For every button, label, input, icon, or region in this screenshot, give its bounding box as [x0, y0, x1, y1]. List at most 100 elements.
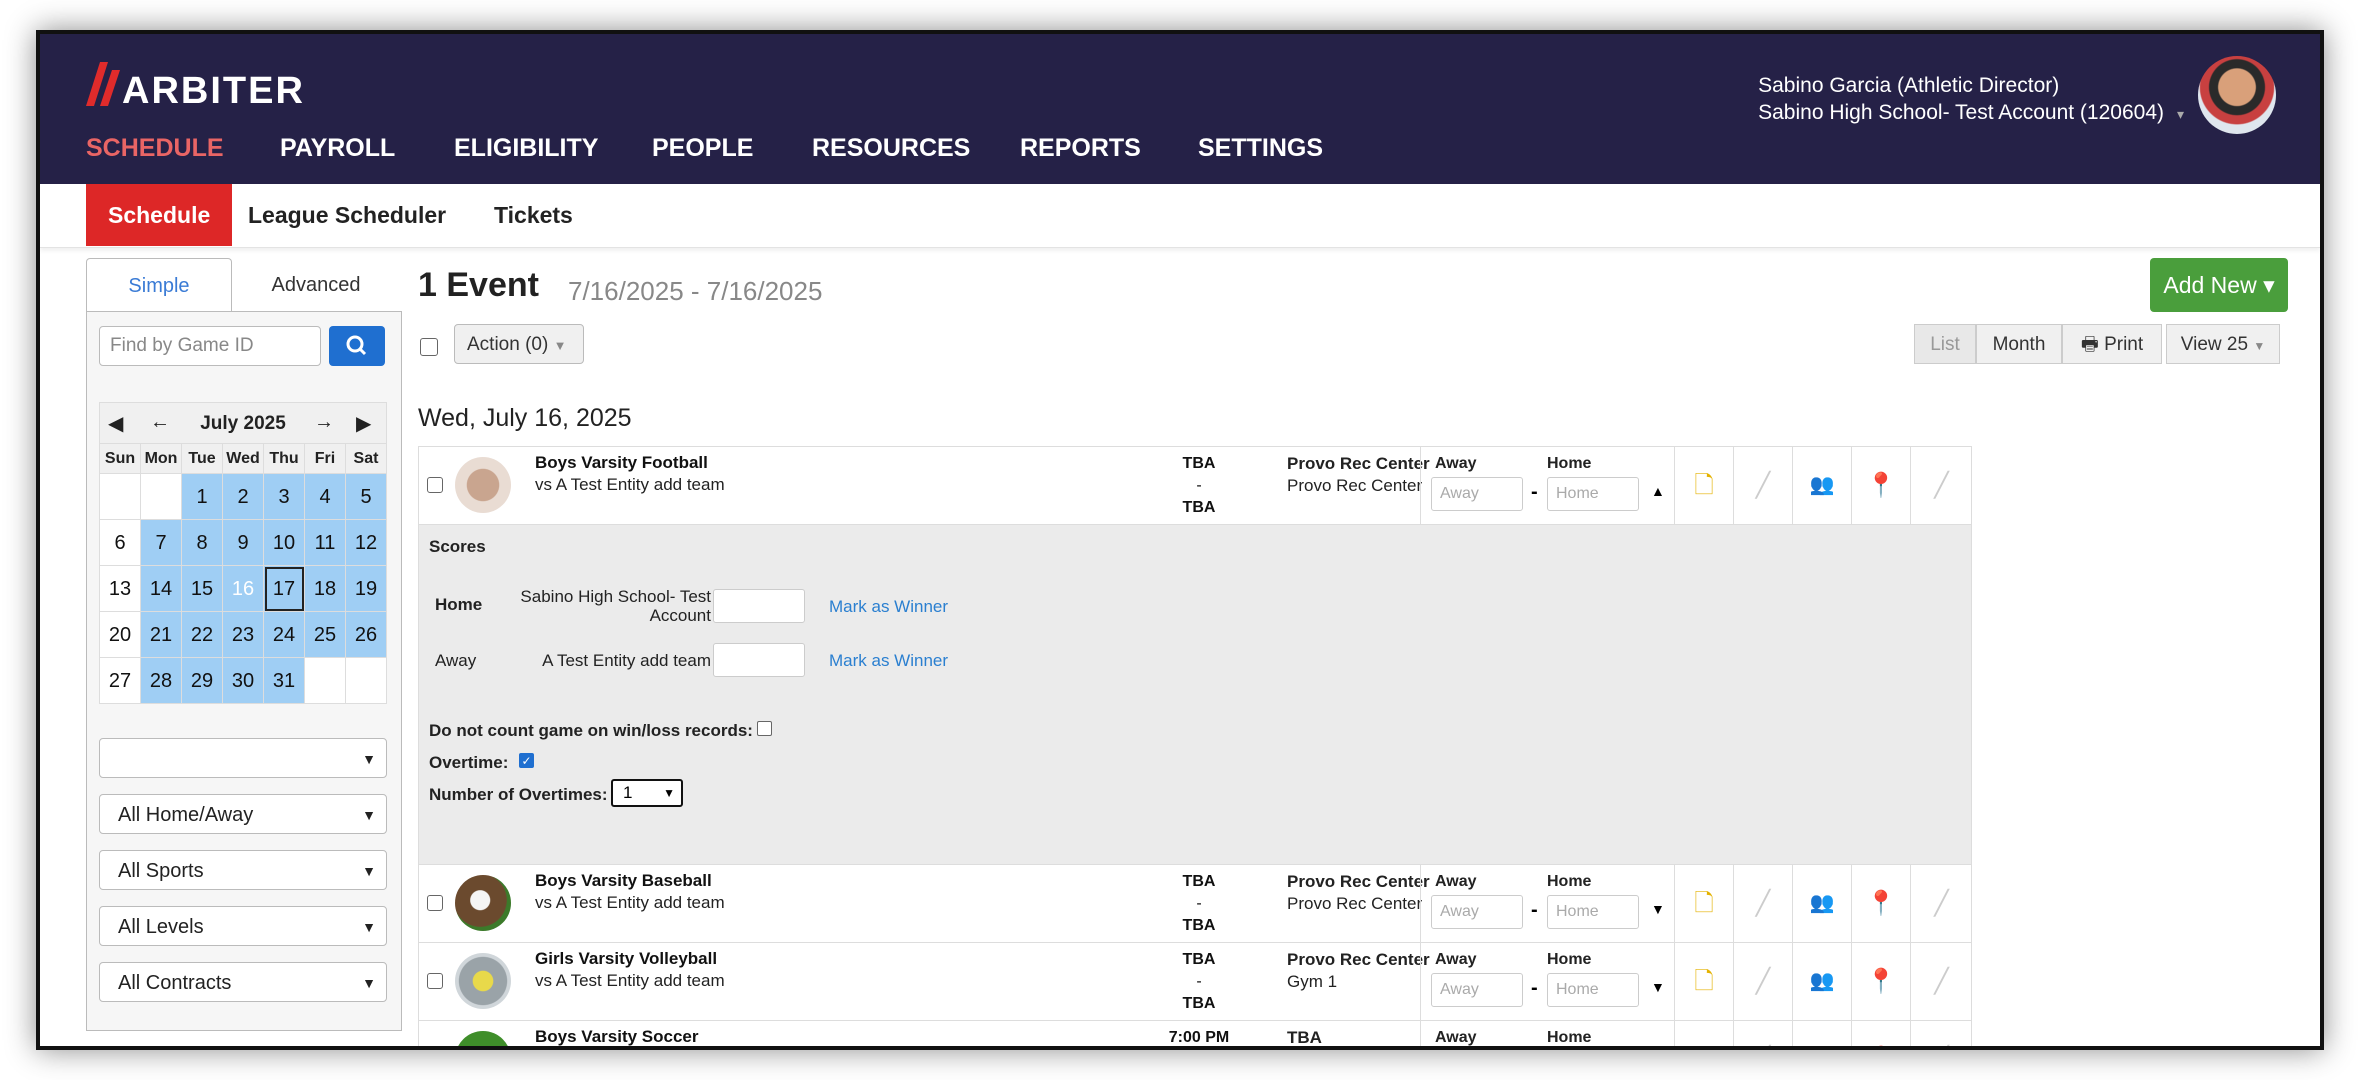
month-view-button[interactable]: Month: [1976, 324, 2062, 364]
nav-eligibility[interactable]: ELIGIBILITY: [454, 134, 598, 163]
calendar-day[interactable]: 8: [182, 520, 223, 566]
calendar-day[interactable]: 27: [100, 658, 141, 704]
calendar-day[interactable]: 29: [182, 658, 223, 704]
map-pin-icon[interactable]: 📍: [1851, 447, 1910, 524]
event-row[interactable]: Boys Varsity Soccer vs THE CENTER FOR CR…: [418, 1020, 1972, 1046]
subtab-schedule[interactable]: Schedule: [86, 184, 233, 246]
officials-icon[interactable]: ╱: [1733, 447, 1792, 524]
view-count-select[interactable]: View 25 ▼: [2166, 324, 2280, 364]
map-pin-icon[interactable]: 📍: [1851, 1021, 1910, 1046]
away-score-input[interactable]: Away: [1431, 973, 1523, 1007]
nav-payroll[interactable]: PAYROLL: [280, 134, 395, 163]
event-row[interactable]: Girls Varsity Volleyball vs A Test Entit…: [418, 942, 1972, 1020]
calendar-day[interactable]: 11: [305, 520, 346, 566]
calendar-day[interactable]: 25: [305, 612, 346, 658]
tab-simple[interactable]: Simple: [86, 258, 232, 312]
disabled-icon[interactable]: ╱: [1910, 943, 1972, 1020]
calendar-day[interactable]: 15: [182, 566, 223, 612]
calendar-day[interactable]: 19: [346, 566, 387, 612]
list-view-button[interactable]: List: [1914, 324, 1976, 364]
calendar-day[interactable]: 6: [100, 520, 141, 566]
event-row[interactable]: Boys Varsity Football vs A Test Entity a…: [418, 446, 1972, 524]
map-pin-icon[interactable]: 📍: [1851, 943, 1910, 1020]
calendar-day[interactable]: 24: [264, 612, 305, 658]
calendar-day[interactable]: 26: [346, 612, 387, 658]
calendar-day[interactable]: 20: [100, 612, 141, 658]
calendar-day[interactable]: 23: [223, 612, 264, 658]
disabled-icon[interactable]: ╱: [1910, 447, 1972, 524]
calendar-day[interactable]: 2: [223, 474, 264, 520]
filter-contracts[interactable]: All Contracts ▼: [99, 962, 387, 1002]
nav-reports[interactable]: REPORTS: [1020, 134, 1141, 163]
num-overtimes-select[interactable]: 1 ▼: [611, 779, 683, 807]
calendar-day[interactable]: 21: [141, 612, 182, 658]
user-info[interactable]: Sabino Garcia (Athletic Director) Sabino…: [1758, 72, 2164, 126]
subtab-league-scheduler[interactable]: League Scheduler: [226, 184, 468, 246]
document-icon[interactable]: 🗋: [1674, 865, 1733, 942]
away-score-input[interactable]: Away: [1431, 477, 1523, 511]
calendar-day[interactable]: 16: [223, 566, 264, 612]
people-icon[interactable]: 👥: [1792, 865, 1851, 942]
filter-sports[interactable]: All Sports ▼: [99, 850, 387, 890]
document-icon[interactable]: 🗋: [1674, 943, 1733, 1020]
nav-settings[interactable]: SETTINGS: [1198, 134, 1323, 163]
people-icon[interactable]: 👥: [1792, 1021, 1851, 1046]
calendar-day[interactable]: 13: [100, 566, 141, 612]
filter-select-blank[interactable]: ▼: [99, 738, 387, 778]
action-button[interactable]: Action (0) ▼: [454, 324, 584, 364]
calendar-day[interactable]: 3: [264, 474, 305, 520]
map-pin-icon[interactable]: 📍: [1851, 865, 1910, 942]
no-count-checkbox[interactable]: [757, 721, 772, 736]
filter-home-away[interactable]: All Home/Away ▼: [99, 794, 387, 834]
calendar-day[interactable]: 12: [346, 520, 387, 566]
people-icon[interactable]: 👥: [1792, 447, 1851, 524]
people-icon[interactable]: 👥: [1792, 943, 1851, 1020]
next-month-icon[interactable]: →: [314, 411, 334, 434]
nav-resources[interactable]: RESOURCES: [812, 134, 970, 163]
game-id-search-input[interactable]: Find by Game ID: [99, 326, 321, 366]
avatar[interactable]: [2198, 56, 2276, 134]
away-score-input[interactable]: [713, 643, 805, 677]
officials-icon[interactable]: ╱: [1733, 865, 1792, 942]
tab-advanced[interactable]: Advanced: [236, 258, 396, 312]
nav-schedule[interactable]: SCHEDULE: [86, 134, 224, 163]
expand-toggle-icon[interactable]: ▼: [1651, 979, 1665, 995]
home-score-input[interactable]: Home: [1547, 973, 1639, 1007]
home-score-input[interactable]: Home: [1547, 477, 1639, 511]
calendar-day[interactable]: 9: [223, 520, 264, 566]
expand-toggle-icon[interactable]: ▲: [1651, 483, 1665, 499]
calendar-day[interactable]: 10: [264, 520, 305, 566]
overtime-checkbox[interactable]: ✓: [519, 753, 534, 768]
calendar-day[interactable]: 1: [182, 474, 223, 520]
home-score-input[interactable]: [713, 589, 805, 623]
document-icon[interactable]: 🗋: [1674, 1021, 1733, 1046]
event-checkbox[interactable]: [427, 895, 443, 911]
disabled-icon[interactable]: ╱: [1910, 1021, 1972, 1046]
officials-icon[interactable]: ╱: [1733, 1021, 1792, 1046]
add-new-button[interactable]: Add New ▾: [2150, 258, 2288, 312]
event-row[interactable]: Boys Varsity Baseball vs A Test Entity a…: [418, 864, 1972, 942]
print-button[interactable]: 🖶 Print: [2062, 324, 2162, 364]
calendar-day[interactable]: 5: [346, 474, 387, 520]
calendar-day[interactable]: 18: [305, 566, 346, 612]
event-checkbox[interactable]: [427, 973, 443, 989]
calendar-day[interactable]: 7: [141, 520, 182, 566]
next-year-icon[interactable]: ▶: [356, 411, 371, 436]
home-score-input[interactable]: Home: [1547, 895, 1639, 929]
calendar-day[interactable]: 31: [264, 658, 305, 704]
event-title[interactable]: Girls Varsity Volleyball: [535, 949, 717, 969]
filter-levels[interactable]: All Levels ▼: [99, 906, 387, 946]
chevron-down-icon[interactable]: ▾: [2177, 106, 2184, 123]
calendar-day[interactable]: 22: [182, 612, 223, 658]
nav-people[interactable]: PEOPLE: [652, 134, 753, 163]
calendar-day[interactable]: 17: [264, 566, 305, 612]
select-all-checkbox[interactable]: [420, 338, 438, 356]
disabled-icon[interactable]: ╱: [1910, 865, 1972, 942]
calendar-day[interactable]: 14: [141, 566, 182, 612]
away-score-input[interactable]: Away: [1431, 895, 1523, 929]
event-title[interactable]: Boys Varsity Football: [535, 453, 708, 473]
expand-toggle-icon[interactable]: ▼: [1651, 901, 1665, 917]
officials-icon[interactable]: ╱: [1733, 943, 1792, 1020]
mark-away-winner-link[interactable]: Mark as Winner: [829, 651, 948, 671]
calendar-day[interactable]: 28: [141, 658, 182, 704]
